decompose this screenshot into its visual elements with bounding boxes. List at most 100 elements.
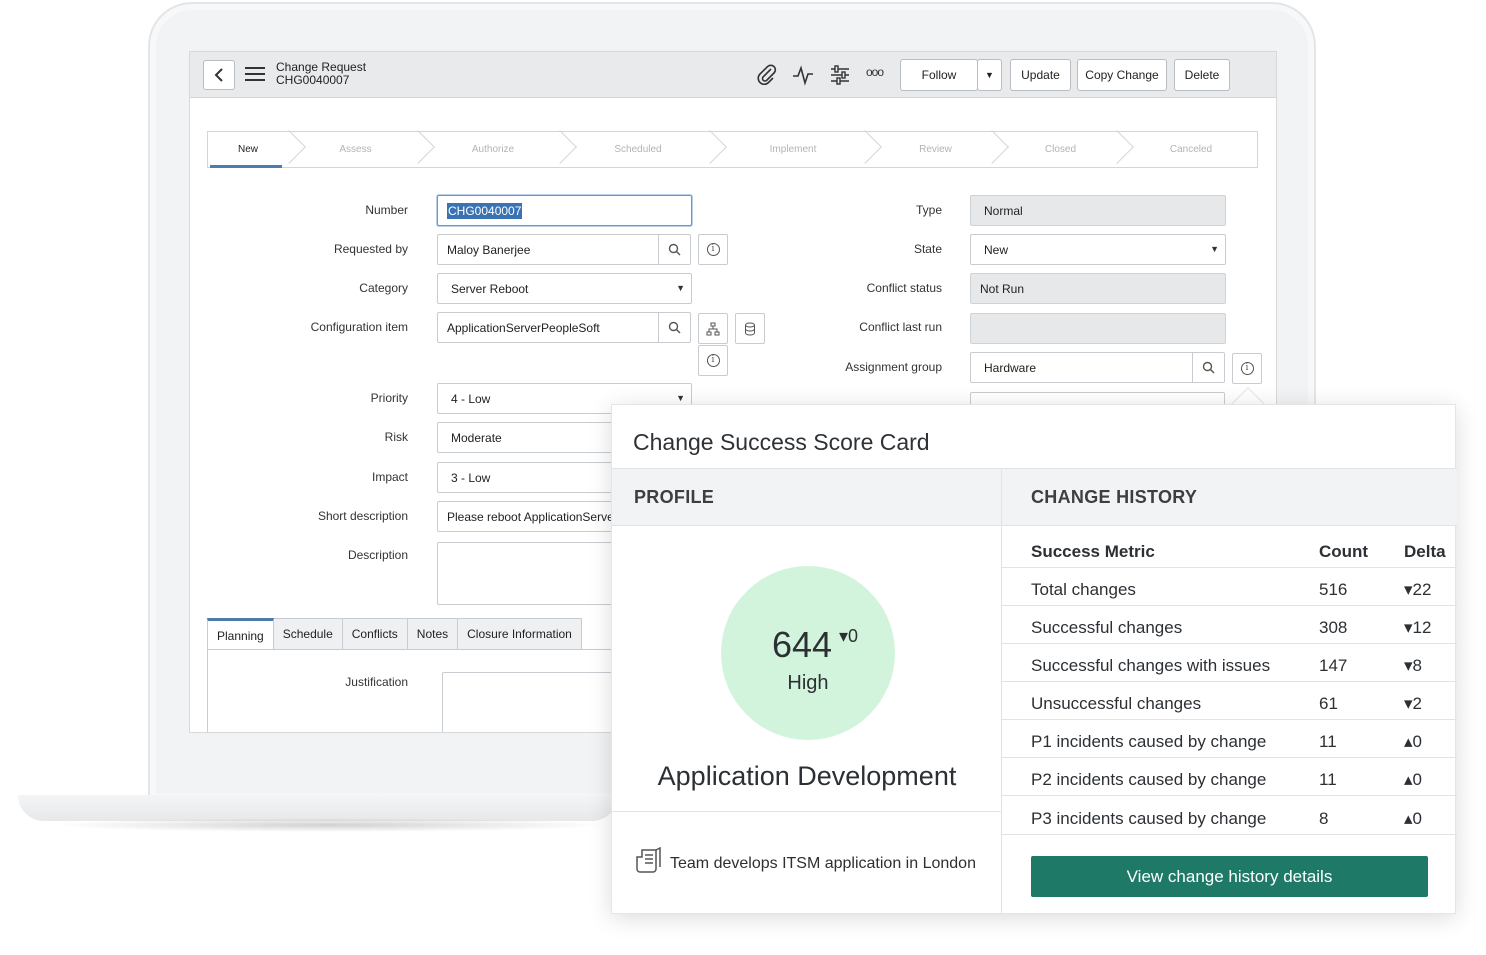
copy-change-button[interactable]: Copy Change <box>1077 59 1167 91</box>
column-success-metric: Success Metric <box>1031 542 1155 561</box>
change-success-score-card: Change Success Score Card PROFILE CHANGE… <box>611 404 1457 915</box>
metric-delta: ▴0 <box>1404 770 1422 789</box>
team-description: Team develops ITSM application in London <box>670 855 976 872</box>
tab-notes[interactable]: Notes <box>407 618 459 650</box>
info-icon: i <box>706 243 720 256</box>
activity-icon[interactable] <box>792 64 814 86</box>
metric-count: 516 <box>1319 580 1348 599</box>
conflict-status-field: Not Run <box>970 273 1226 304</box>
category-label: Category <box>359 281 408 295</box>
state-select[interactable]: New ▼ <box>970 234 1226 265</box>
impact-label: Impact <box>371 470 408 484</box>
conflict-last-run-label: Conflict last run <box>859 320 942 334</box>
configuration-item-info-button[interactable]: i <box>698 345 728 376</box>
delete-button[interactable]: Delete <box>1174 59 1230 91</box>
metric-count: 308 <box>1319 618 1348 637</box>
assignment-group-value: Hardware <box>984 360 1037 375</box>
table-row: P3 incidents caused by change 8 ▴0 <box>1002 797 1457 835</box>
metrics-header-row: Success Metric Count Delta <box>1002 530 1457 568</box>
update-button[interactable]: Update <box>1010 59 1071 91</box>
table-row: Total changes 516 ▾22 <box>1002 568 1457 606</box>
metric-delta: ▴0 <box>1404 809 1422 828</box>
column-count: Count <box>1319 542 1369 561</box>
tab-schedule[interactable]: Schedule <box>273 618 343 650</box>
configuration-item-field[interactable]: ApplicationServerPeopleSoft <box>437 312 691 343</box>
profile-divider <box>612 811 1001 812</box>
info-icon: i <box>1240 362 1254 375</box>
search-icon <box>668 321 681 334</box>
metric-name: P2 incidents caused by change <box>1031 770 1267 789</box>
description-label: Description <box>347 548 408 562</box>
assignment-group-field[interactable]: Hardware <box>970 352 1225 383</box>
more-options-icon[interactable]: ooo <box>866 65 884 79</box>
metric-delta: ▾8 <box>1404 656 1422 675</box>
conflict-status-value: Not Run <box>980 281 1025 296</box>
table-row: P2 incidents caused by change 11 ▴0 <box>1002 758 1457 796</box>
info-icon: i <box>706 354 720 367</box>
score-circle: 644 ▾0 High <box>721 566 895 740</box>
caret-down-icon: ▼ <box>676 283 685 293</box>
risk-value: Moderate <box>451 430 502 445</box>
priority-label: Priority <box>370 391 408 405</box>
metric-name: P1 incidents caused by change <box>1031 732 1267 751</box>
metric-delta: ▴0 <box>1404 732 1422 751</box>
back-button[interactable] <box>203 60 235 90</box>
hierarchy-icon <box>706 322 720 335</box>
short-description-value: Please reboot ApplicationServe <box>447 509 614 524</box>
follow-button[interactable]: Follow <box>900 59 978 91</box>
ci-map-button[interactable] <box>698 313 728 344</box>
metric-name: Unsuccessful changes <box>1031 694 1202 713</box>
conflict-last-run-field <box>970 313 1226 344</box>
conflict-status-label: Conflict status <box>866 281 942 295</box>
number-label: Number <box>365 203 408 217</box>
tab-closure-information[interactable]: Closure Information <box>458 618 582 650</box>
number-value: CHG0040007 <box>447 202 523 219</box>
configuration-item-lookup-button[interactable] <box>658 313 690 342</box>
form-tabs: Planning Schedule Conflicts Notes Closur… <box>207 618 582 650</box>
assignment-group-info-button[interactable]: i <box>1232 353 1262 384</box>
requested-by-info-button[interactable]: i <box>698 234 728 265</box>
metric-count: 11 <box>1319 732 1337 751</box>
metric-count: 147 <box>1319 656 1348 675</box>
record-number: CHG0040007 <box>276 73 350 87</box>
flow-step-canceled[interactable]: Canceled <box>1123 132 1259 167</box>
settings-sliders-icon[interactable] <box>829 64 851 86</box>
short-description-label: Short description <box>317 509 408 523</box>
profile-heading: PROFILE <box>612 468 1001 526</box>
type-label: Type <box>915 203 942 217</box>
flow-step-implement[interactable]: Implement <box>713 132 873 167</box>
change-history-heading: CHANGE HISTORY <box>1002 468 1457 526</box>
requested-by-label: Requested by <box>333 242 408 256</box>
score-card-title: Change Success Score Card <box>633 429 930 455</box>
flow-step-authorize[interactable]: Authorize <box>423 132 563 167</box>
requested-by-value: Maloy Banerjee <box>447 242 531 257</box>
table-row: P1 incidents caused by change 11 ▴0 <box>1002 720 1457 758</box>
view-change-history-button[interactable]: View change history details <box>1031 856 1428 897</box>
priority-value: 4 - Low <box>451 391 491 406</box>
column-delta: Delta <box>1404 542 1446 561</box>
requested-by-lookup-button[interactable] <box>658 235 690 264</box>
caret-down-icon: ▼ <box>676 393 685 403</box>
metric-name: Successful changes with issues <box>1031 656 1271 675</box>
configuration-item-value: ApplicationServerPeopleSoft <box>447 320 600 335</box>
flow-step-scheduled[interactable]: Scheduled <box>563 132 713 167</box>
document-icon <box>636 847 661 873</box>
category-select[interactable]: Server Reboot ▼ <box>437 273 692 304</box>
configuration-item-label: Configuration item <box>310 320 408 334</box>
requested-by-field[interactable]: Maloy Banerjee <box>437 234 691 265</box>
tab-planning[interactable]: Planning <box>207 618 274 650</box>
score-value: 644 <box>771 624 833 665</box>
follow-dropdown-button[interactable]: ▼ <box>977 59 1002 91</box>
assignment-group-lookup-button[interactable] <box>1192 353 1224 382</box>
record-title: Change Request CHG0040007 <box>276 61 366 87</box>
state-value: New <box>984 242 1009 257</box>
number-field[interactable]: CHG0040007 <box>437 195 692 226</box>
tab-conflicts[interactable]: Conflicts <box>342 618 408 650</box>
category-value: Server Reboot <box>451 281 529 296</box>
metric-name: Successful changes <box>1031 618 1183 637</box>
impact-value: 3 - Low <box>451 470 491 485</box>
metric-name: P3 incidents caused by change <box>1031 809 1267 828</box>
menu-icon[interactable] <box>245 67 265 81</box>
paperclip-icon[interactable] <box>756 64 778 86</box>
search-icon <box>668 243 681 256</box>
